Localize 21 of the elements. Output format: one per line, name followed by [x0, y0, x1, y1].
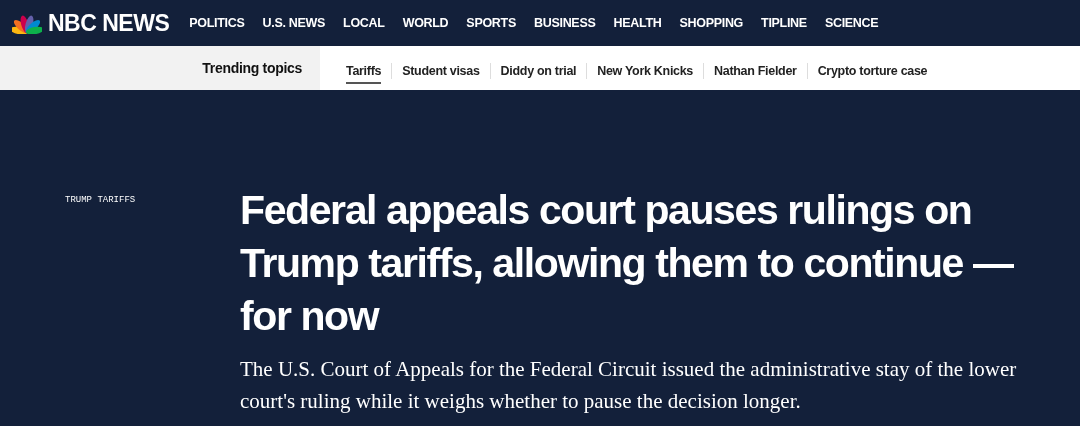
logo-text[interactable]: NBC NEWS: [48, 9, 170, 37]
topic-link[interactable]: Crypto torture case: [817, 60, 928, 84]
topic-link[interactable]: Student visas: [402, 60, 480, 84]
nav-link[interactable]: SHOPPING: [679, 16, 744, 30]
topic-link[interactable]: New York Knicks: [597, 60, 693, 84]
topic-link[interactable]: Tariffs: [346, 60, 382, 84]
article-summary: The U.S. Court of Appeals for the Federal Circuit issued the administrative stay of the lower court's ruling while it weighs whether to pause the decision longer.: [240, 356, 1018, 415]
nav-link[interactable]: TIPLINE: [761, 16, 807, 30]
nav-link[interactable]: LOCAL: [343, 16, 385, 30]
nav-link[interactable]: U.S. NEWS: [262, 16, 326, 30]
nav-link[interactable]: SPORTS: [466, 16, 516, 30]
topic-link[interactable]: Nathan Fielder: [714, 60, 797, 84]
headline: Federal appeals court pauses rulings on Trump tariffs, allowing them to continue — for now: [240, 186, 1015, 341]
nav-link[interactable]: SCIENCE: [824, 16, 879, 30]
topic-link[interactable]: Diddy on trial: [500, 60, 577, 84]
nav-link[interactable]: POLITICS: [189, 16, 245, 30]
nav-link[interactable]: WORLD: [402, 16, 449, 30]
trending-label: Trending topics: [202, 60, 302, 76]
section-label[interactable]: TRUMP TARIFFS: [0, 195, 136, 205]
nav-link[interactable]: HEALTH: [613, 16, 662, 30]
nav-link[interactable]: BUSINESS: [533, 16, 596, 30]
